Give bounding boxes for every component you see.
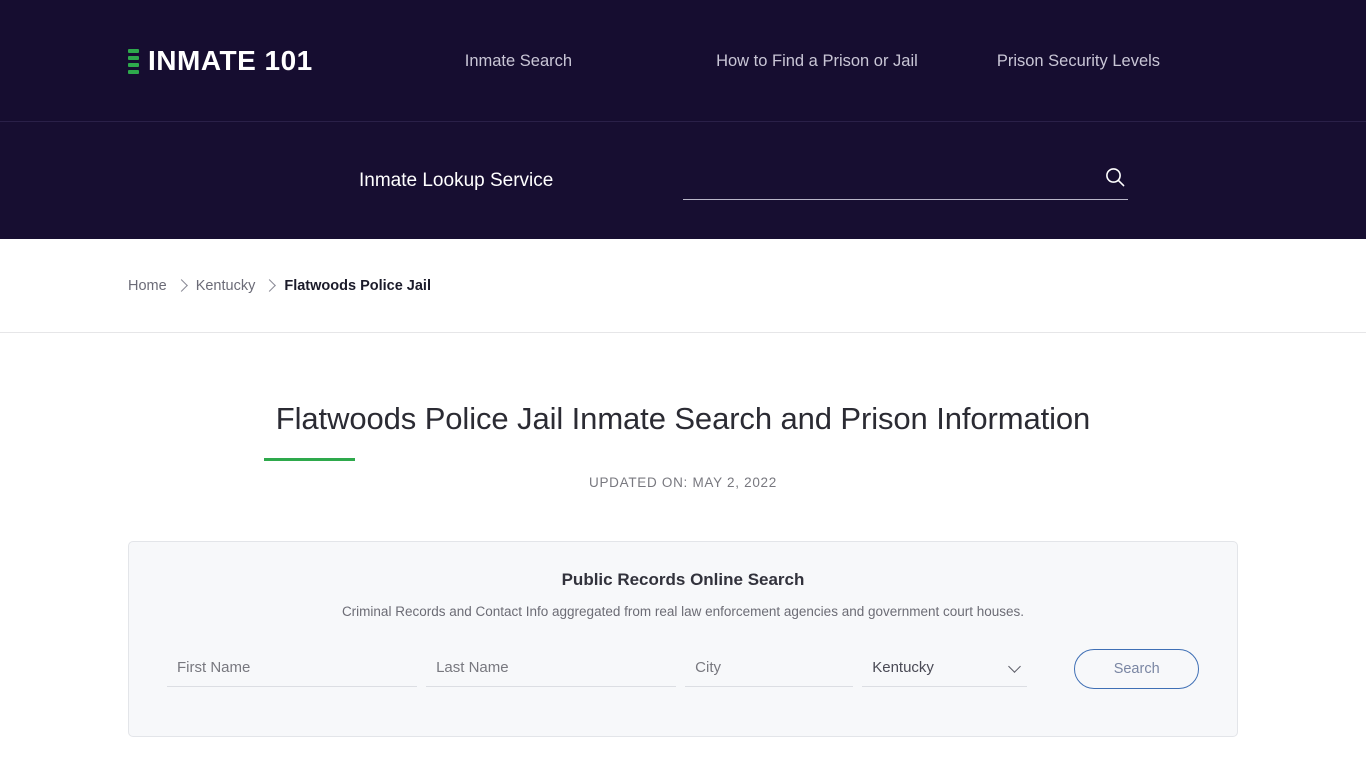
state-field[interactable]: Kentucky [862, 659, 1028, 687]
lookup-bar: Inmate Lookup Service [0, 122, 1366, 239]
public-records-subtitle: Criminal Records and Contact Info aggreg… [341, 604, 1025, 619]
public-records-card: Public Records Online Search Criminal Re… [128, 541, 1238, 737]
chevron-right-icon [263, 279, 277, 292]
brand-name: INMATE 101 [148, 45, 313, 76]
primary-nav: Inmate Search How to Find a Prison or Ja… [465, 52, 1160, 71]
site-header: INMATE 101 Inmate Search How to Find a P… [0, 0, 1366, 122]
magnifier-icon [1106, 168, 1125, 187]
chevron-right-icon [174, 279, 188, 292]
main-content: Flatwoods Police Jail Inmate Search and … [0, 333, 1366, 737]
last-name-field[interactable] [426, 659, 677, 687]
nav-item-prison-security-levels[interactable]: Prison Security Levels [997, 52, 1160, 71]
stacked-bars-icon [128, 48, 139, 75]
state-select[interactable]: Kentucky [872, 659, 1028, 676]
city-field[interactable] [685, 659, 854, 687]
first-name-input[interactable] [177, 659, 418, 676]
breadcrumb-item-current: Flatwoods Police Jail [284, 277, 431, 294]
breadcrumb-item-kentucky[interactable]: Kentucky [196, 278, 256, 294]
records-search-button[interactable]: Search [1074, 649, 1199, 689]
breadcrumb-bar: Home Kentucky Flatwoods Police Jail [0, 239, 1366, 333]
nav-item-inmate-search[interactable]: Inmate Search [465, 52, 572, 71]
brand-logo[interactable]: INMATE 101 [128, 47, 313, 75]
nav-item-how-to-find-a-prison-or-jail[interactable]: How to Find a Prison or Jail [716, 52, 918, 71]
breadcrumb-item-home[interactable]: Home [128, 278, 167, 294]
lookup-service-label: Inmate Lookup Service [359, 169, 554, 191]
last-name-input[interactable] [436, 659, 677, 676]
lookup-search-button[interactable] [1098, 166, 1128, 194]
lookup-search-field[interactable] [683, 162, 1128, 200]
title-accent-rule [264, 458, 355, 461]
public-records-form: Kentucky Search [167, 649, 1199, 697]
updated-date: UPDATED ON: MAY 2, 2022 [589, 475, 777, 490]
first-name-field[interactable] [167, 659, 418, 687]
city-input[interactable] [695, 659, 854, 676]
breadcrumb: Home Kentucky Flatwoods Police Jail [128, 278, 431, 294]
lookup-search-input[interactable] [683, 168, 1098, 192]
public-records-title: Public Records Online Search [561, 570, 805, 589]
page-title: Flatwoods Police Jail Inmate Search and … [275, 401, 1091, 436]
